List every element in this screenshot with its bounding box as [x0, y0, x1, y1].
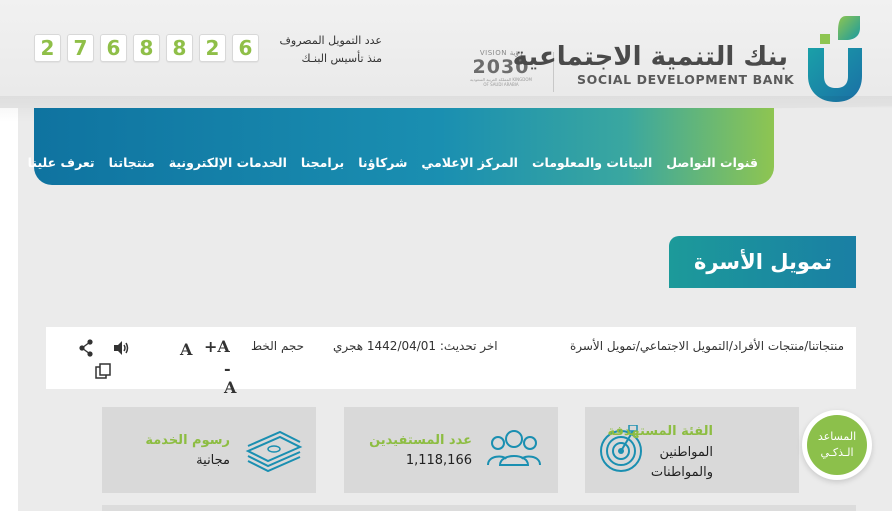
- counter-digit: 2: [199, 34, 226, 62]
- counter-digit: 6: [232, 34, 259, 62]
- money-stack-icon: [245, 430, 303, 473]
- card-value: 1,118,166: [405, 453, 472, 468]
- counter-caption: عدد التمويل المصروف منذ تأسيس البنـك: [270, 32, 382, 68]
- counter-digit: 2: [34, 34, 61, 62]
- card-title: رسوم الخدمة: [145, 433, 230, 448]
- copy-icon[interactable]: [94, 362, 112, 380]
- users-icon: [487, 430, 541, 466]
- counter-digit: 8: [133, 34, 160, 62]
- nav-item-products[interactable]: منتجاتنا: [109, 155, 155, 170]
- nav-item-eservices[interactable]: الخدمات الإلكترونية: [169, 155, 287, 170]
- card-title: عدد المستفيدين: [369, 433, 472, 448]
- card-title: الفئة المستهدفة: [607, 424, 714, 439]
- nav-item-partners[interactable]: شركاؤنا: [358, 155, 407, 170]
- font-size-controls: A +A -A: [180, 337, 240, 397]
- card-value: والمواطنات: [650, 465, 713, 480]
- nav-item-about[interactable]: تعرف علينا: [28, 155, 95, 170]
- font-decrease-button[interactable]: -A: [224, 359, 240, 397]
- nav-item-media-center[interactable]: المركز الإعلامي: [421, 155, 518, 170]
- nav-item-programs[interactable]: برامجنا: [301, 155, 344, 170]
- counter-digit: 6: [100, 34, 127, 62]
- nav-item-contact[interactable]: قنوات التواصل: [666, 155, 758, 170]
- counter-caption-line2: منذ تأسيس البنـك: [301, 52, 383, 65]
- last-updated: اخر تحديث: 1442/04/01 هجري: [333, 339, 498, 353]
- bank-logo-icon[interactable]: [806, 14, 864, 102]
- page-info-bar: منتجاتنا/منتجات الأفراد/التمويل الاجتماع…: [46, 327, 856, 397]
- share-icon[interactable]: [78, 339, 94, 357]
- card-value: المواطنين: [659, 445, 713, 460]
- counter-caption-line1: عدد التمويل المصروف: [279, 34, 382, 47]
- nav-menu: تعرف علينا منتجاتنا الخدمات الإلكترونية …: [28, 155, 758, 170]
- header-bar: 2 7 6 8 8 2 6 عدد التمويل المصروف منذ تأ…: [0, 0, 892, 108]
- breadcrumb[interactable]: منتجاتنا/منتجات الأفراد/التمويل الاجتماع…: [570, 339, 844, 353]
- main-navbar: تعرف علينا منتجاتنا الخدمات الإلكترونية …: [28, 108, 774, 185]
- next-section-edge: [102, 505, 856, 511]
- target-group-card: الفئة المستهدفة المواطنين والمواطنات: [585, 407, 799, 493]
- assistant-line2: الـذكـي: [820, 446, 854, 459]
- counter-digit: 8: [166, 34, 193, 62]
- bank-name-english: SOCIAL DEVELOPMENT BANK: [577, 72, 795, 87]
- funding-counter: 2 7 6 8 8 2 6: [34, 34, 259, 62]
- service-fees-card: رسوم الخدمة مجانية: [102, 407, 316, 493]
- font-increase-button[interactable]: +A: [204, 337, 230, 356]
- font-size-label: حجم الخط: [251, 339, 305, 353]
- assistant-line1: المساعد: [817, 430, 857, 443]
- nav-item-data[interactable]: البيانات والمعلومات: [532, 155, 652, 170]
- counter-digit: 7: [67, 34, 94, 62]
- beneficiaries-card: عدد المستفيدين 1,118,166: [344, 407, 558, 493]
- page-title: تمويل الأسرة: [669, 236, 856, 288]
- smart-assistant-label: المساعد الـذكـي: [807, 415, 867, 475]
- bank-name-arabic: بنك التنمية الاجتماعية: [512, 42, 788, 72]
- smart-assistant-button[interactable]: المساعد الـذكـي: [802, 410, 872, 480]
- font-normal-button[interactable]: A: [180, 340, 192, 359]
- speaker-icon[interactable]: [112, 339, 130, 357]
- card-value: مجانية: [196, 453, 230, 468]
- vision-country: المملكة العربية السعودية KINGDOM OF SAUD…: [470, 77, 532, 87]
